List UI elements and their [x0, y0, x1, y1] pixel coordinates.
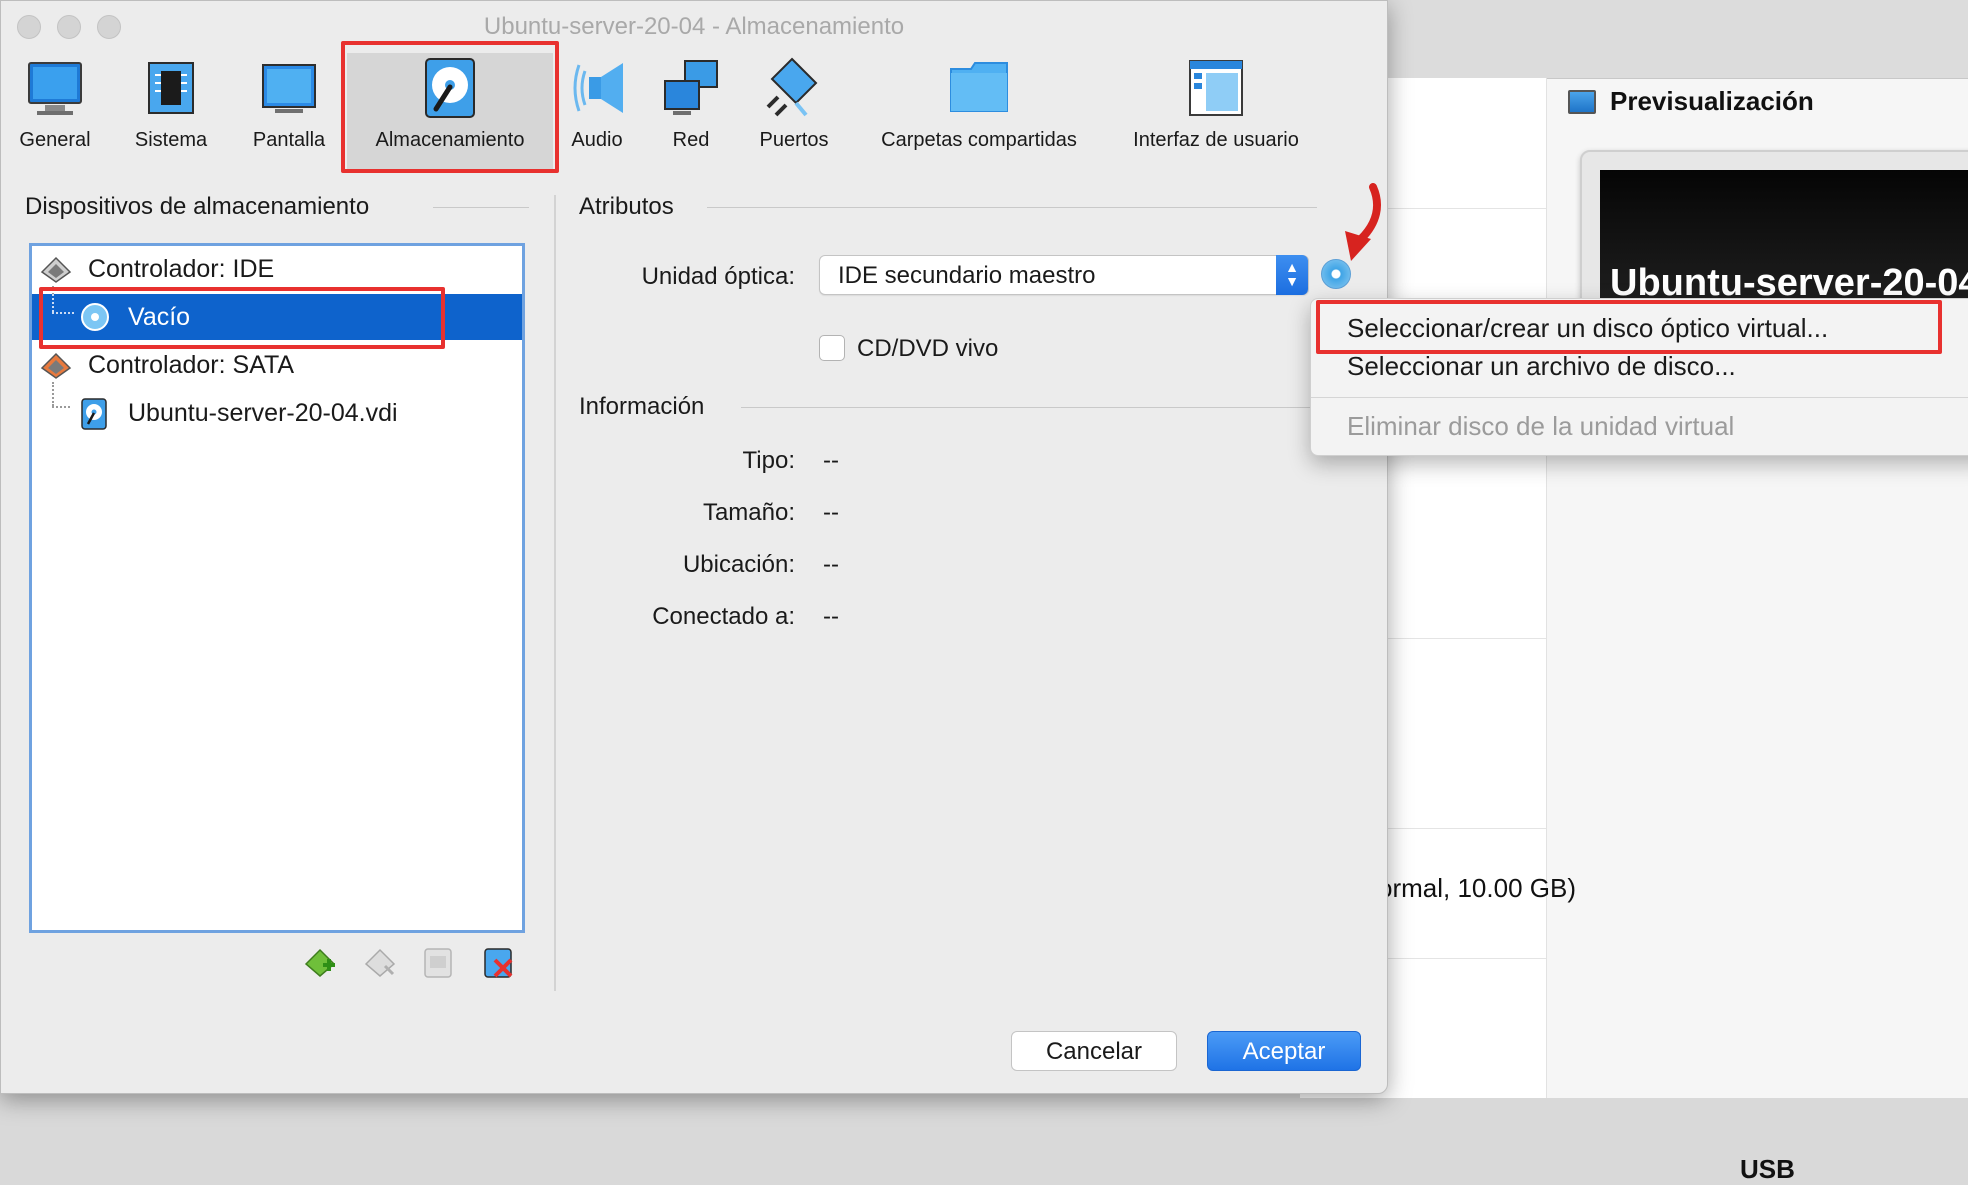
- toolbar-audio[interactable]: Audio: [557, 53, 637, 171]
- preview-title: Previsualización: [1610, 86, 1814, 116]
- plug-icon: [766, 57, 818, 117]
- remove-attachment-icon[interactable]: [481, 946, 515, 980]
- toolbar-puertos[interactable]: Puertos: [745, 53, 843, 171]
- preview-header: Previsualización: [1568, 86, 1814, 117]
- info-location-label: Ubicación:: [682, 551, 795, 578]
- toolbar-sistema[interactable]: Sistema: [123, 53, 219, 171]
- highlight-box-select-create-optical: [1316, 300, 1942, 354]
- info-location-value: --: [823, 551, 839, 578]
- information-title: Información: [579, 393, 705, 420]
- toolbar-general[interactable]: General: [7, 53, 103, 171]
- optical-drive-label: Unidad óptica:: [641, 263, 795, 290]
- background-toolbar: [1300, 0, 1968, 79]
- attributes-title: Atributos: [579, 193, 674, 220]
- chip-icon: [148, 62, 194, 114]
- live-cd-label: CD/DVD vivo: [857, 335, 999, 362]
- toolbar-pantalla[interactable]: Pantalla: [241, 53, 337, 171]
- toolbar-label: Carpetas compartidas: [881, 129, 1077, 151]
- optical-drive-value: IDE secundario maestro: [838, 262, 1096, 289]
- highlight-box-empty-drive: [39, 287, 445, 349]
- toolbar-label: Red: [672, 129, 710, 151]
- toolbar-label: General: [19, 129, 91, 151]
- toolbar-label: Pantalla: [252, 129, 326, 151]
- toolbar-label: Audio: [571, 129, 623, 151]
- select-arrows-icon: ▲ ▼: [1276, 255, 1308, 295]
- toolbar-label: Puertos: [759, 129, 829, 151]
- background-usb-section: USB: [1740, 1154, 1795, 1184]
- add-attachment-icon[interactable]: [421, 946, 455, 980]
- storage-devices-title: Dispositivos de almacenamiento: [25, 193, 370, 220]
- window-title: Ubuntu-server-20-04 - Almacenamiento: [483, 13, 905, 40]
- tree-item-controller-ide[interactable]: Controlador: IDE: [32, 246, 522, 292]
- highlight-box-storage-tab: [341, 41, 559, 173]
- tree-item-label: Controlador: IDE: [88, 254, 275, 283]
- toolbar-carpetas-compartidas[interactable]: Carpetas compartidas: [867, 53, 1091, 171]
- info-size-label: Tamaño:: [702, 499, 795, 526]
- monitor-icon: [28, 62, 82, 115]
- speaker-icon: [573, 63, 623, 113]
- remove-controller-icon[interactable]: [363, 946, 397, 980]
- toolbar-interfaz-de-usuario[interactable]: Interfaz de usuario: [1111, 53, 1321, 171]
- cancel-button[interactable]: Cancelar: [1011, 1031, 1177, 1071]
- tree-item-vdi-disk[interactable]: Ubuntu-server-20-04.vdi: [32, 390, 522, 436]
- red-arrow-annotation: [1345, 183, 1381, 261]
- display-icon: [262, 64, 316, 113]
- title-bar: Ubuntu-server-20-04 - Almacenamiento: [1, 1, 1387, 53]
- menu-item-remove-disk: Eliminar disco de la unidad virtual: [1347, 411, 1735, 441]
- info-attached-label: Conectado a:: [652, 603, 795, 630]
- info-attached-value: --: [823, 603, 839, 630]
- background-vm-window: ormal, 10.00 GB) USB Previsualización Ub…: [1300, 0, 1968, 1184]
- toolbar-label: Sistema: [134, 129, 208, 151]
- info-size-value: --: [823, 499, 839, 526]
- window-layout-icon: [1189, 60, 1243, 116]
- monitor-icon: [1568, 89, 1596, 114]
- add-controller-icon[interactable]: [303, 946, 337, 980]
- ide-controller-icon: [40, 256, 72, 283]
- menu-item-select-disk-file[interactable]: Seleccionar un archivo de disco...: [1347, 351, 1736, 382]
- settings-dialog: Ubuntu-server-20-04 - Almacenamiento Gen…: [0, 0, 1388, 1094]
- toolbar-red[interactable]: Red: [651, 53, 731, 171]
- folder-icon: [950, 62, 1008, 112]
- toolbar-label: Interfaz de usuario: [1133, 129, 1299, 151]
- ok-button[interactable]: Aceptar: [1207, 1031, 1361, 1071]
- tree-item-label: Ubuntu-server-20-04.vdi: [128, 398, 398, 427]
- optical-drive-select[interactable]: IDE secundario maestro ▲ ▼: [819, 255, 1309, 295]
- info-type-value: --: [823, 447, 839, 474]
- sata-controller-icon: [40, 352, 72, 379]
- live-cd-checkbox[interactable]: [819, 335, 845, 361]
- background-disk-size-text: ormal, 10.00 GB): [1378, 873, 1576, 903]
- tree-item-label: Controlador: SATA: [88, 350, 295, 379]
- network-icon: [664, 60, 718, 115]
- hard-disk-file-icon: [81, 398, 107, 430]
- info-type-label: Tipo:: [742, 447, 795, 474]
